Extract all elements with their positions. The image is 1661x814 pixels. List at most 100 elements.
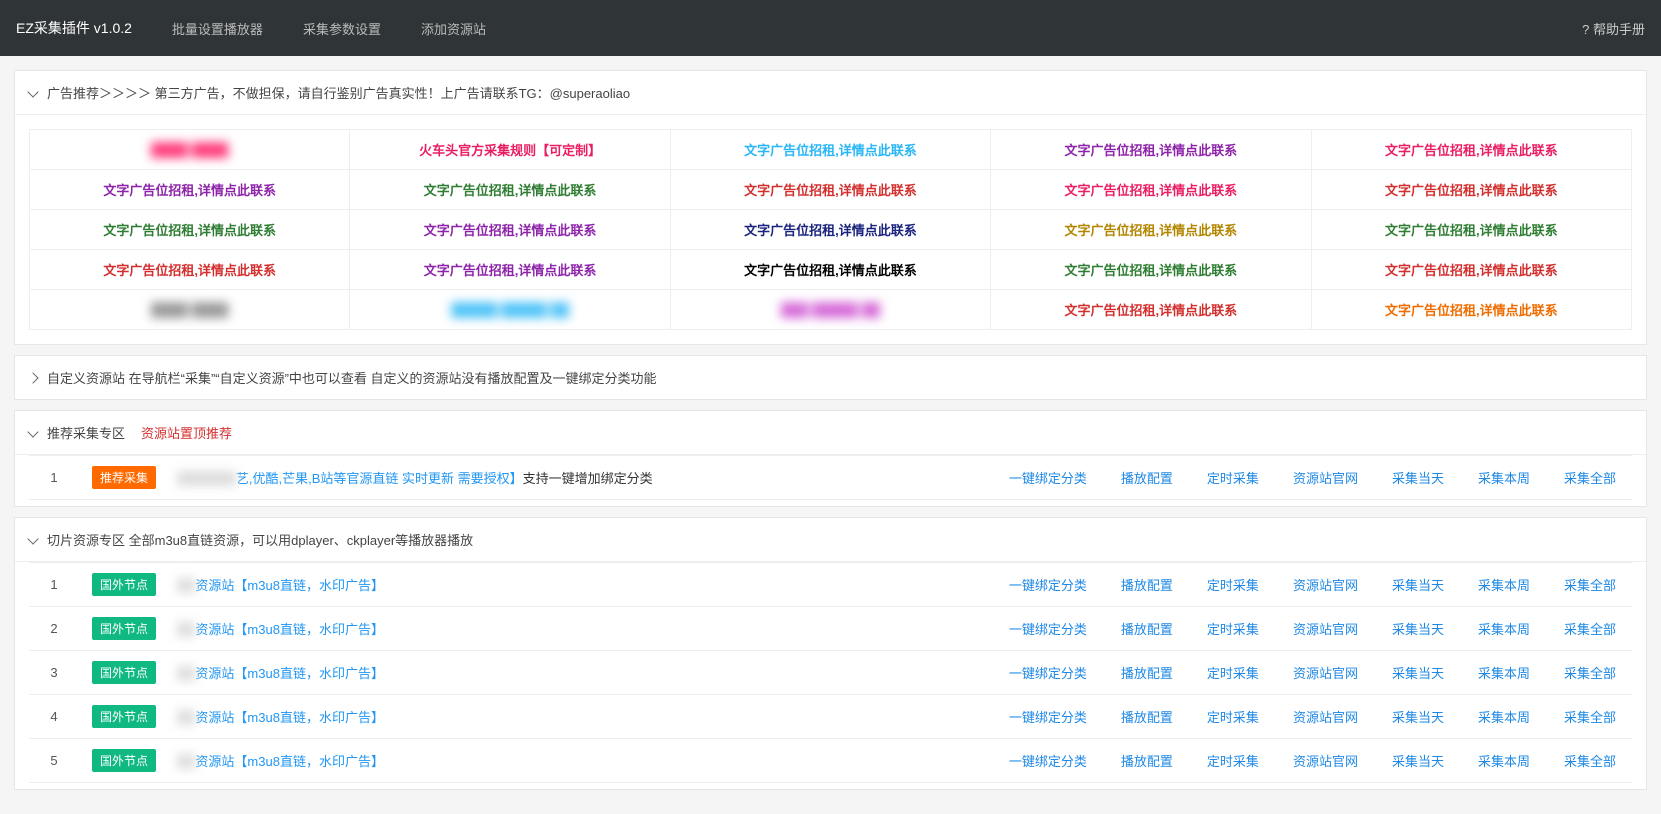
action-collect-all[interactable]: 采集全部 [1564,622,1616,637]
action-collect-week[interactable]: 采集本周 [1478,710,1530,725]
ad-cell[interactable]: 文字广告位招租,详情点此联系 [30,170,350,210]
action-collect-week[interactable]: 采集本周 [1478,754,1530,769]
ad-cell[interactable]: ████ ████ [30,130,350,170]
action-play-config[interactable]: 播放配置 [1121,622,1173,637]
ad-cell[interactable]: █████ █████ ██ [350,290,670,330]
custom-source-header[interactable]: 自定义资源站 在导航栏“采集”“自定义资源”中也可以查看 自定义的资源站没有播放… [15,356,1646,399]
action-collect-today[interactable]: 采集当天 [1392,578,1444,593]
action-source-site[interactable]: 资源站官网 [1293,754,1358,769]
ad-cell[interactable]: 文字广告位招租,详情点此联系 [670,130,990,170]
action-collect-all[interactable]: 采集全部 [1564,666,1616,681]
action-source-site[interactable]: 资源站官网 [1293,578,1358,593]
action-collect-week[interactable]: 采集本周 [1478,622,1530,637]
recommend-panel-header[interactable]: 推荐采集专区 资源站置顶推荐 [15,411,1646,455]
custom-source-panel: 自定义资源站 在导航栏“采集”“自定义资源”中也可以查看 自定义的资源站没有播放… [14,355,1647,400]
action-play-config[interactable]: 播放配置 [1121,666,1173,681]
action-bind-category[interactable]: 一键绑定分类 [1009,710,1087,725]
row-tag-cell: 国外节点 [79,739,169,783]
action-timer-collect[interactable]: 定时采集 [1207,622,1259,637]
source-name-link[interactable]: 资源站【m3u8直链，水印广告】 [195,622,384,637]
help-link[interactable]: ? 帮助手册 [1582,19,1645,38]
ad-cell[interactable]: 文字广告位招租,详情点此联系 [991,210,1311,250]
recommend-panel-note: 资源站置顶推荐 [141,423,232,442]
nav-collect-params[interactable]: 采集参数设置 [303,19,381,38]
source-name-link[interactable]: 艺,优酷,芒果,B站等官源直链 实时更新 需要授权】 [236,471,523,486]
action-collect-all[interactable]: 采集全部 [1564,471,1616,486]
action-play-config[interactable]: 播放配置 [1121,578,1173,593]
ad-cell[interactable]: 文字广告位招租,详情点此联系 [30,250,350,290]
action-bind-category[interactable]: 一键绑定分类 [1009,666,1087,681]
action-collect-today[interactable]: 采集当天 [1392,622,1444,637]
action-play-config[interactable]: 播放配置 [1121,471,1173,486]
action-collect-week[interactable]: 采集本周 [1478,578,1530,593]
action-bind-category[interactable]: 一键绑定分类 [1009,754,1087,769]
row-index: 1 [29,563,79,607]
action-timer-collect[interactable]: 定时采集 [1207,754,1259,769]
ad-cell[interactable]: 文字广告位招租,详情点此联系 [991,250,1311,290]
action-source-site[interactable]: 资源站官网 [1293,666,1358,681]
action-collect-today[interactable]: 采集当天 [1392,754,1444,769]
custom-source-title: 自定义资源站 在导航栏“采集”“自定义资源”中也可以查看 自定义的资源站没有播放… [47,368,657,387]
blurred-text: ██ [177,578,195,593]
action-timer-collect[interactable]: 定时采集 [1207,666,1259,681]
action-collect-week[interactable]: 采集本周 [1478,471,1530,486]
action-timer-collect[interactable]: 定时采集 [1207,578,1259,593]
chevron-down-icon [29,428,39,438]
ad-cell[interactable]: 文字广告位招租,详情点此联系 [1311,290,1631,330]
app-title: EZ采集插件 v1.0.2 [16,18,132,38]
action-bind-category[interactable]: 一键绑定分类 [1009,471,1087,486]
row-tag-cell: 国外节点 [79,563,169,607]
action-collect-all[interactable]: 采集全部 [1564,754,1616,769]
m3u8-table: 1国外节点██资源站【m3u8直链，水印广告】一键绑定分类播放配置定时采集资源站… [29,562,1632,783]
table-row: 4国外节点██资源站【m3u8直链，水印广告】一键绑定分类播放配置定时采集资源站… [29,695,1632,739]
action-bind-category[interactable]: 一键绑定分类 [1009,622,1087,637]
action-collect-today[interactable]: 采集当天 [1392,666,1444,681]
ad-cell[interactable]: 文字广告位招租,详情点此联系 [1311,210,1631,250]
row-desc: ██资源站【m3u8直链，水印广告】 [169,695,536,739]
row-tag: 国外节点 [92,749,156,772]
action-source-site[interactable]: 资源站官网 [1293,710,1358,725]
ad-cell[interactable]: 文字广告位招租,详情点此联系 [670,210,990,250]
action-source-site[interactable]: 资源站官网 [1293,471,1358,486]
source-name-link[interactable]: 资源站【m3u8直链，水印广告】 [195,666,384,681]
ad-cell[interactable]: 文字广告位招租,详情点此联系 [670,170,990,210]
action-timer-collect[interactable]: 定时采集 [1207,710,1259,725]
source-name-link[interactable]: 资源站【m3u8直链，水印广告】 [195,710,384,725]
ad-cell[interactable]: 文字广告位招租,详情点此联系 [30,210,350,250]
action-collect-today[interactable]: 采集当天 [1392,710,1444,725]
m3u8-panel-header[interactable]: 切片资源专区 全部m3u8直链资源，可以用dplayer、ckplayer等播放… [15,518,1646,562]
ad-cell[interactable]: 文字广告位招租,详情点此联系 [991,130,1311,170]
ad-cell[interactable]: 文字广告位招租,详情点此联系 [670,250,990,290]
ad-cell[interactable]: 文字广告位招租,详情点此联系 [1311,130,1631,170]
ad-cell[interactable]: 火车头官方采集规则【可定制】 [350,130,670,170]
ad-cell[interactable]: ████ ████ [30,290,350,330]
ad-cell[interactable]: 文字广告位招租,详情点此联系 [991,290,1311,330]
source-name-link[interactable]: 资源站【m3u8直链，水印广告】 [195,578,384,593]
chevron-down-icon [29,88,39,98]
ad-cell[interactable]: 文字广告位招租,详情点此联系 [1311,250,1631,290]
action-collect-all[interactable]: 采集全部 [1564,578,1616,593]
action-timer-collect[interactable]: 定时采集 [1207,471,1259,486]
action-collect-today[interactable]: 采集当天 [1392,471,1444,486]
action-collect-week[interactable]: 采集本周 [1478,666,1530,681]
action-collect-all[interactable]: 采集全部 [1564,710,1616,725]
ad-cell[interactable]: 文字广告位招租,详情点此联系 [350,170,670,210]
ads-panel-header[interactable]: 广告推荐＞＞＞＞ 第三方广告，不做担保，请自行鉴别广告真实性！上广告请联系TG：… [15,71,1646,115]
ad-cell[interactable]: 文字广告位招租,详情点此联系 [991,170,1311,210]
ad-cell[interactable]: 文字广告位招租,详情点此联系 [350,210,670,250]
action-source-site[interactable]: 资源站官网 [1293,622,1358,637]
ad-cell[interactable]: 文字广告位招租,详情点此联系 [1311,170,1631,210]
nav-add-source[interactable]: 添加资源站 [421,19,486,38]
nav-batch-player[interactable]: 批量设置播放器 [172,19,263,38]
action-play-config[interactable]: 播放配置 [1121,754,1173,769]
action-play-config[interactable]: 播放配置 [1121,710,1173,725]
blurred-text: ██ [177,754,195,769]
ad-cell[interactable]: 文字广告位招租,详情点此联系 [350,250,670,290]
ad-cell[interactable]: ███ █████ ██ [670,290,990,330]
row-desc: ██资源站【m3u8直链，水印广告】 [169,607,536,651]
row-desc: ██资源站【m3u8直链，水印广告】 [169,651,536,695]
action-bind-category[interactable]: 一键绑定分类 [1009,578,1087,593]
row-tag: 国外节点 [92,661,156,684]
blurred-text: ██ [177,710,195,725]
source-name-link[interactable]: 资源站【m3u8直链，水印广告】 [195,754,384,769]
